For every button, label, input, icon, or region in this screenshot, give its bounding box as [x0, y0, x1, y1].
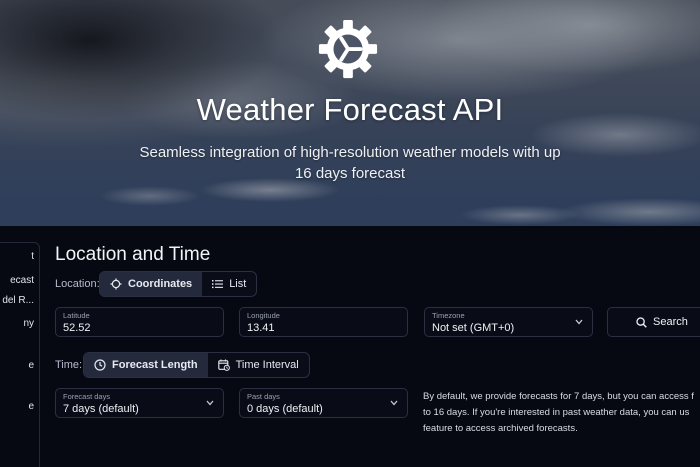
- sidebar-item[interactable]: t: [31, 251, 34, 262]
- location-label: Location:: [55, 278, 100, 290]
- tab-time-interval-label: Time Interval: [235, 359, 299, 371]
- calendar-clock-icon: [217, 359, 230, 371]
- chevron-down-icon: [575, 319, 583, 325]
- forecast-info-text: By default, we provide forecasts for 7 d…: [423, 389, 700, 437]
- time-label: Time:: [55, 359, 83, 371]
- latitude-value: 52.52: [63, 322, 91, 334]
- forecast-days-value: 7 days (default): [63, 403, 139, 415]
- past-days-value: 0 days (default): [247, 403, 323, 415]
- latitude-label: Latitude: [63, 311, 90, 320]
- page-title: Weather Forecast API: [196, 92, 504, 127]
- sidebar: t ecast del R... ny e e: [0, 242, 40, 467]
- tab-coordinates-label: Coordinates: [128, 278, 193, 290]
- forecast-days-select[interactable]: Forecast days 7 days (default): [55, 388, 224, 418]
- past-days-label: Past days: [247, 392, 280, 401]
- past-days-select[interactable]: Past days 0 days (default): [239, 388, 408, 418]
- info-line: to 16 days. If you're interested in past…: [423, 407, 690, 418]
- tab-coordinates[interactable]: Coordinates: [100, 272, 203, 296]
- longitude-value: 13.41: [247, 322, 275, 334]
- info-line: feature to access archived forecasts.: [423, 423, 578, 434]
- time-mode-toggle: Forecast Length Time Interval: [83, 352, 310, 378]
- longitude-field[interactable]: Longitude 13.41: [239, 307, 408, 337]
- longitude-label: Longitude: [247, 311, 280, 320]
- sidebar-item[interactable]: ny: [23, 318, 34, 329]
- hero-banner: Weather Forecast API Seamless integratio…: [0, 0, 700, 226]
- info-line: By default, we provide forecasts for 7 d…: [423, 391, 694, 402]
- chevron-down-icon: [390, 400, 398, 406]
- tab-time-interval[interactable]: Time Interval: [208, 353, 309, 377]
- sidebar-item[interactable]: del R...: [2, 295, 34, 306]
- gear-icon: [318, 19, 378, 79]
- search-icon: [636, 316, 647, 328]
- forecast-days-label: Forecast days: [63, 392, 111, 401]
- section-title: Location and Time: [55, 244, 211, 265]
- sidebar-item[interactable]: ecast: [10, 275, 34, 286]
- sidebar-item[interactable]: e: [28, 360, 34, 371]
- search-button-label: Search: [653, 316, 688, 328]
- timezone-label: Timezone: [432, 311, 465, 320]
- location-mode-toggle: Coordinates List: [99, 271, 258, 297]
- list-icon: [212, 280, 224, 289]
- tab-forecast-length[interactable]: Forecast Length: [84, 353, 208, 377]
- tab-list-label: List: [229, 278, 247, 290]
- hero-subtitle: Seamless integration of high-resolution …: [139, 144, 561, 182]
- timezone-select[interactable]: Timezone Not set (GMT+0): [424, 307, 593, 337]
- timezone-value: Not set (GMT+0): [432, 322, 515, 334]
- chevron-down-icon: [206, 400, 214, 406]
- tab-forecast-length-label: Forecast Length: [112, 359, 198, 371]
- tab-list[interactable]: List: [202, 272, 256, 296]
- crosshair-icon: [110, 278, 122, 290]
- clock-icon: [94, 359, 106, 371]
- search-button[interactable]: Search: [607, 307, 700, 337]
- latitude-field[interactable]: Latitude 52.52: [55, 307, 224, 337]
- sidebar-item[interactable]: e: [28, 401, 34, 412]
